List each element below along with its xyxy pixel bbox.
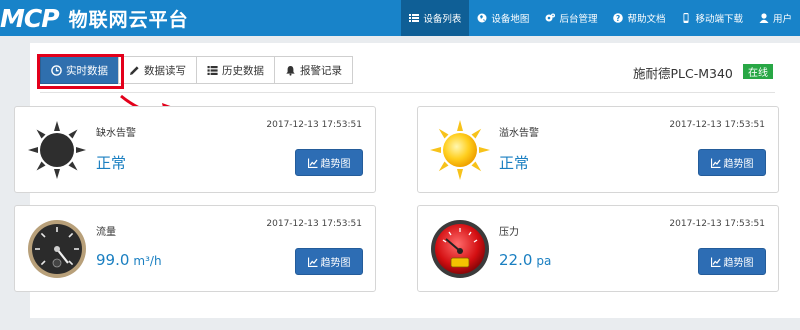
trend-chart-button[interactable]: 趋势图 bbox=[295, 248, 363, 275]
gears-icon bbox=[545, 13, 556, 23]
sensor-card-pressure: 压力 2017-12-13 17:53:51 22.0 pa 趋势图 bbox=[417, 205, 779, 292]
trend-chart-button[interactable]: 趋势图 bbox=[698, 248, 766, 275]
list-icon bbox=[409, 13, 420, 23]
tab-bar: 实时数据 数据读写 历史数据 报警记录 bbox=[40, 56, 353, 84]
tab-label: 报警记录 bbox=[300, 64, 342, 77]
card-timestamp: 2017-12-13 17:53:51 bbox=[266, 120, 362, 130]
card-timestamp: 2017-12-13 17:53:51 bbox=[266, 219, 362, 229]
brand-name: 物联网云平台 bbox=[68, 8, 189, 31]
nav-item-label: 移动端下载 bbox=[695, 14, 743, 25]
trend-button-label: 趋势图 bbox=[320, 159, 351, 170]
card-value: 正常 bbox=[499, 152, 529, 173]
trend-chart-button[interactable]: 趋势图 bbox=[295, 149, 363, 176]
flow-gauge-icon bbox=[28, 220, 86, 278]
value-text: 22.0 bbox=[499, 251, 533, 269]
device-panel: 实时数据 数据读写 历史数据 报警记录 施耐德PLC-M340 在线 缺水告警 … bbox=[14, 43, 800, 318]
top-navbar: MCP 物联网云平台 设备列表 设备地图 后台管理 ? 帮助文档 移动端下载 用… bbox=[0, 0, 800, 36]
list-icon bbox=[207, 65, 218, 76]
nav-item-user[interactable]: 用户 bbox=[751, 0, 800, 36]
divider bbox=[40, 92, 775, 93]
nav-item-admin[interactable]: 后台管理 bbox=[537, 0, 605, 36]
nav-item-label: 设备列表 bbox=[423, 14, 462, 25]
trend-chart-button[interactable]: 趋势图 bbox=[698, 149, 766, 176]
trend-button-label: 趋势图 bbox=[723, 258, 754, 269]
card-timestamp: 2017-12-13 17:53:51 bbox=[669, 120, 765, 130]
nav-item-label: 用户 bbox=[772, 14, 792, 25]
chart-icon bbox=[710, 257, 720, 267]
clock-icon bbox=[51, 64, 62, 76]
value-unit: pa bbox=[536, 254, 552, 268]
card-value: 正常 bbox=[96, 152, 126, 173]
sun-icon bbox=[430, 120, 490, 180]
chart-icon bbox=[307, 257, 317, 267]
main-nav: 设备列表 设备地图 后台管理 ? 帮助文档 移动端下载 用户 bbox=[401, 0, 800, 36]
nav-item-device-map[interactable]: 设备地图 bbox=[469, 0, 537, 36]
dark-sun-icon bbox=[28, 121, 86, 179]
value-text: 正常 bbox=[499, 154, 530, 172]
sensor-card-water-overflow: 溢水告警 2017-12-13 17:53:51 正常 趋势图 bbox=[417, 106, 779, 193]
svg-text:?: ? bbox=[616, 14, 620, 23]
card-title: 流量 bbox=[96, 227, 116, 238]
tab-label: 历史数据 bbox=[222, 64, 264, 77]
mobile-icon bbox=[681, 13, 691, 23]
value-text: 99.0 bbox=[96, 251, 130, 269]
brand-logo: MCP bbox=[0, 3, 60, 33]
status-badge: 在线 bbox=[743, 64, 773, 79]
value-text: 正常 bbox=[96, 154, 127, 172]
user-icon bbox=[759, 13, 769, 23]
sensor-card-flow: 流量 2017-12-13 17:53:51 99.0 m³/h 趋势图 bbox=[14, 205, 376, 292]
nav-item-label: 设备地图 bbox=[491, 14, 530, 25]
tab-data-read-write[interactable]: 数据读写 bbox=[118, 56, 197, 84]
nav-item-label: 帮助文档 bbox=[627, 14, 666, 25]
nav-item-help[interactable]: ? 帮助文档 bbox=[605, 0, 673, 36]
sensor-card-water-shortage: 缺水告警 2017-12-13 17:53:51 正常 趋势图 bbox=[14, 106, 376, 193]
tab-history-data[interactable]: 历史数据 bbox=[196, 56, 275, 84]
tab-label: 实时数据 bbox=[66, 64, 108, 77]
card-title: 压力 bbox=[499, 227, 519, 238]
card-value: 22.0 pa bbox=[499, 251, 551, 269]
tab-realtime-data[interactable]: 实时数据 bbox=[40, 56, 119, 84]
globe-icon bbox=[477, 13, 487, 23]
question-icon: ? bbox=[613, 13, 624, 23]
device-name: 施耐德PLC-M340 bbox=[633, 66, 733, 81]
nav-item-mobile-download[interactable]: 移动端下载 bbox=[673, 0, 751, 36]
chart-icon bbox=[307, 158, 317, 168]
tab-label: 数据读写 bbox=[144, 64, 186, 77]
trend-button-label: 趋势图 bbox=[320, 258, 351, 269]
pressure-gauge-icon bbox=[431, 220, 489, 278]
brand[interactable]: MCP 物联网云平台 bbox=[0, 2, 189, 34]
card-timestamp: 2017-12-13 17:53:51 bbox=[669, 219, 765, 229]
trend-button-label: 趋势图 bbox=[723, 159, 754, 170]
card-value: 99.0 m³/h bbox=[96, 251, 162, 269]
tab-alarm-records[interactable]: 报警记录 bbox=[274, 56, 353, 84]
value-unit: m³/h bbox=[133, 254, 162, 268]
bell-icon bbox=[285, 65, 296, 76]
card-title: 溢水告警 bbox=[499, 128, 539, 139]
pencil-icon bbox=[129, 65, 140, 76]
card-title: 缺水告警 bbox=[96, 128, 136, 139]
chart-icon bbox=[710, 158, 720, 168]
nav-item-device-list[interactable]: 设备列表 bbox=[401, 0, 470, 36]
nav-item-label: 后台管理 bbox=[559, 14, 598, 25]
